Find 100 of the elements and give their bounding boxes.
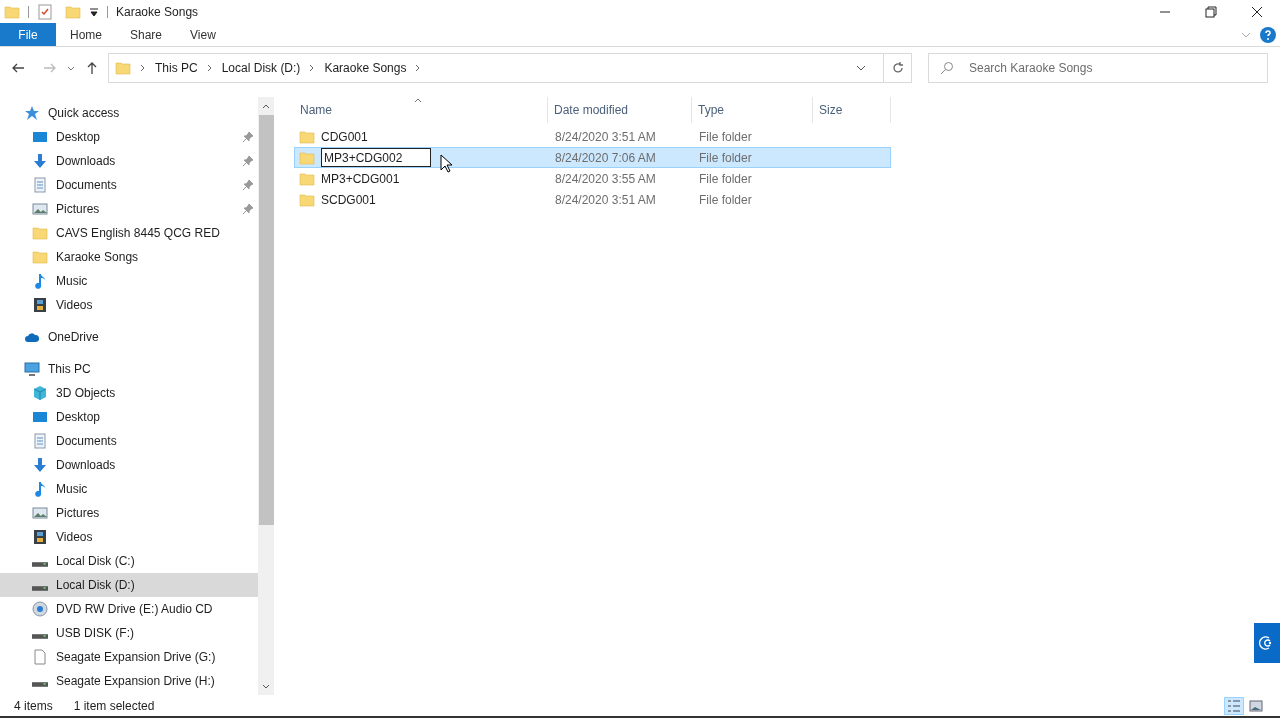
folder-icon: [299, 149, 315, 166]
file-name: MP3+CDG001: [321, 170, 400, 188]
disc-icon: [32, 601, 48, 617]
scrollbar-thumb[interactable]: [258, 115, 274, 525]
navigation-item[interactable]: Music: [0, 477, 258, 501]
navigation-item[interactable]: Desktop: [0, 405, 258, 429]
document-icon: [32, 177, 48, 193]
music-note-icon: [32, 481, 48, 497]
chevron-right-icon: [205, 64, 214, 72]
navigation-item[interactable]: CAVS English 8445 QCG RED: [0, 221, 258, 245]
folder-icon: [4, 3, 20, 20]
navigation-item[interactable]: Local Disk (D:): [0, 573, 258, 597]
file-row[interactable]: MP3+CDG001 8/24/2020 3:55 AM File folder: [294, 168, 891, 189]
close-icon: [1251, 5, 1263, 18]
navigation-item[interactable]: 3D Objects: [0, 381, 258, 405]
navigation-item[interactable]: Seagate Expansion Drive (H:): [0, 669, 258, 693]
column-header[interactable]: Type: [692, 97, 813, 123]
navigation-item[interactable]: DVD RW Drive (E:) Audio CD: [0, 597, 258, 621]
navigation-item[interactable]: Music: [0, 269, 258, 293]
side-widget-button[interactable]: [1254, 623, 1280, 663]
navigation-item[interactable]: Desktop: [0, 125, 258, 149]
navigation-item[interactable]: Videos: [0, 293, 258, 317]
navigation-item[interactable]: Karaoke Songs: [0, 245, 258, 269]
ribbon-tab[interactable]: Home: [56, 23, 116, 46]
drive-icon: [32, 681, 48, 687]
star-icon: [24, 105, 40, 121]
details-view-button[interactable]: [1224, 696, 1244, 715]
navigation-item[interactable]: Documents: [0, 173, 258, 197]
date-modified: 8/24/2020 3:51 AM: [554, 128, 657, 146]
file-row[interactable]: SCDG001 8/24/2020 3:51 AM File folder: [294, 189, 891, 210]
folder-icon: [115, 60, 131, 76]
dropdown-caret-icon[interactable]: [89, 6, 99, 17]
navigation-item[interactable]: This PC: [0, 357, 258, 381]
search-field[interactable]: Search Karaoke Songs: [928, 53, 1268, 83]
ribbon-tab[interactable]: View: [176, 23, 230, 46]
column-header[interactable]: Size: [813, 97, 891, 123]
file-type: File folder: [698, 191, 753, 209]
drive-icon: [32, 633, 48, 639]
desktop-icon: [32, 129, 48, 145]
restore-icon: [1205, 5, 1217, 18]
date-modified: 8/24/2020 3:55 AM: [554, 170, 657, 188]
navigation-item[interactable]: Seagate Expansion Drive (G:): [0, 645, 258, 669]
breadcrumb-item[interactable]: Local Disk (D:): [221, 59, 301, 77]
picture-icon: [32, 505, 48, 521]
film-icon: [32, 529, 48, 545]
film-icon: [32, 297, 48, 313]
file-row[interactable]: CDG001 8/24/2020 3:51 AM File folder: [294, 126, 891, 147]
ribbon-tab[interactable]: File: [0, 23, 56, 46]
folder-icon: [32, 249, 48, 265]
folder-icon: [299, 191, 315, 208]
navigation-item[interactable]: Pictures: [0, 197, 258, 221]
window-title: Karaoke Songs: [116, 3, 199, 21]
drive-icon: [32, 585, 48, 591]
column-header[interactable]: Name: [294, 97, 548, 123]
address-bar[interactable]: This PC Local Disk (D:) Karaoke Songs: [108, 53, 912, 83]
computer-icon: [24, 361, 40, 377]
breadcrumb-item[interactable]: Karaoke Songs: [324, 59, 407, 77]
file-type: File folder: [698, 149, 753, 167]
image-view-icon: [1249, 698, 1263, 713]
rename-field[interactable]: MP3+CDG002: [321, 148, 431, 167]
desktop-icon: [32, 409, 48, 425]
navigation-item[interactable]: OneDrive: [0, 325, 258, 349]
download-arrow-icon: [32, 153, 48, 169]
file-row[interactable]: MP3+CDG002 8/24/2020 7:06 AM File folder: [294, 147, 891, 168]
refresh-icon: [890, 61, 905, 75]
folder-icon: [299, 170, 315, 187]
navigation-item[interactable]: Downloads: [0, 149, 258, 173]
navigation-item[interactable]: Videos: [0, 525, 258, 549]
folder-icon: [65, 3, 81, 20]
drive-icon: [32, 561, 48, 567]
date-modified: 8/24/2020 3:51 AM: [554, 191, 657, 209]
document-icon: [32, 433, 48, 449]
item-count: 4 items: [14, 697, 53, 715]
navigation-item[interactable]: Pictures: [0, 501, 258, 525]
column-header[interactable]: Date modified: [548, 97, 692, 123]
cube-icon: [32, 385, 48, 401]
navigation-item[interactable]: Downloads: [0, 453, 258, 477]
navigation-item[interactable]: USB DISK (F:): [0, 621, 258, 645]
list-view-icon: [1227, 698, 1241, 713]
folder-icon: [32, 225, 48, 241]
date-modified: 8/24/2020 7:06 AM: [554, 149, 657, 167]
navigation-item[interactable]: Quick access: [0, 101, 258, 125]
properties-icon[interactable]: [37, 3, 53, 20]
breadcrumb-item[interactable]: This PC: [155, 59, 198, 77]
file-name: CDG001: [321, 128, 368, 146]
file-type: File folder: [698, 128, 753, 146]
download-arrow-icon: [32, 457, 48, 473]
file-name: SCDG001: [321, 191, 376, 209]
mouse-cursor-icon: [440, 154, 453, 173]
help-icon[interactable]: [1260, 26, 1276, 43]
picture-icon: [32, 201, 48, 217]
navigation-item[interactable]: Documents: [0, 429, 258, 453]
navigation-item[interactable]: Local Disk (C:): [0, 549, 258, 573]
file-type: File folder: [698, 170, 753, 188]
selection-count: 1 item selected: [73, 697, 155, 715]
ribbon-tab[interactable]: Share: [116, 23, 177, 46]
blank-page-icon: [32, 649, 48, 665]
folder-icon: [299, 128, 315, 145]
scrollbar[interactable]: [258, 97, 274, 695]
music-note-icon: [32, 273, 48, 289]
